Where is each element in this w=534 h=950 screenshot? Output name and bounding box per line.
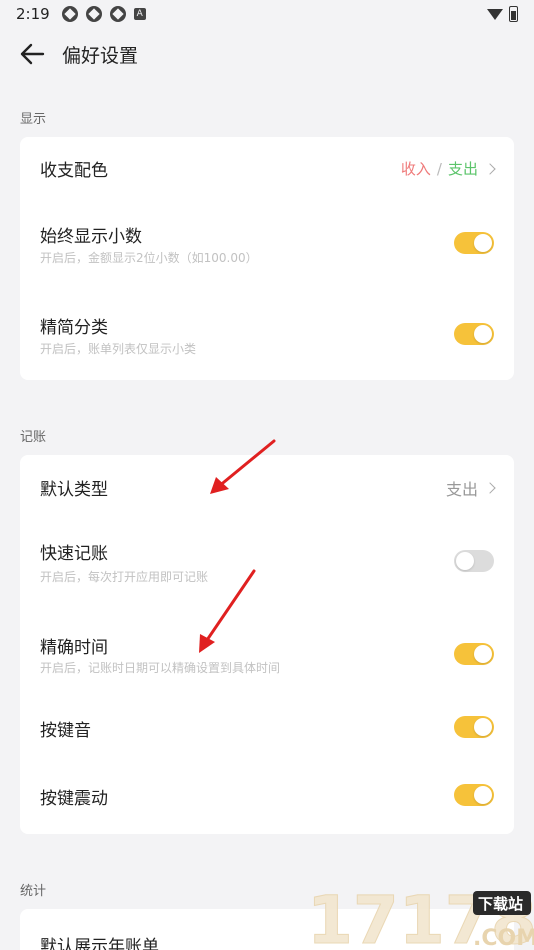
annotation-arrow-icon (199, 569, 256, 653)
toggle-knob (474, 325, 492, 343)
simple-category-toggle[interactable] (454, 323, 494, 345)
section-label-bookkeeping: 记账 (20, 430, 47, 445)
annotation-arrow-icon (210, 439, 276, 494)
site-watermark: 17178 下载站 .COM (305, 882, 534, 950)
notification-app-icon (109, 6, 126, 22)
watermark-logo-icon: 17178 下载站 .COM (307, 882, 534, 950)
precise-time-row: 精确时间 开启后，记账时日期可以精确设置到具体时间 (20, 609, 514, 701)
quick-bookkeeping-description: 开启后，每次打开应用即可记账 (40, 570, 209, 584)
key-vibration-row: 按键震动 (20, 768, 514, 834)
income-color-text: 收入 (400, 160, 431, 178)
svg-text:.COM: .COM (473, 926, 534, 950)
default-type-value-wrap: 支出 (445, 476, 496, 500)
back-arrow-icon (20, 43, 45, 65)
decimals-label: 始终显示小数 (40, 227, 142, 247)
default-type-label: 默认类型 (40, 480, 108, 500)
decimals-toggle[interactable] (454, 232, 494, 254)
notification-app-icon (85, 6, 102, 22)
key-sound-toggle[interactable] (454, 716, 494, 738)
key-sound-label: 按键音 (40, 721, 91, 741)
section-label-stats: 统计 (20, 884, 47, 899)
key-vibration-label: 按键震动 (40, 789, 108, 809)
status-bar: 2:19 A (0, 0, 534, 28)
key-sound-row: 按键音 (20, 701, 514, 768)
battery-icon (509, 6, 518, 22)
color-scheme-label: 收支配色 (40, 161, 108, 181)
simple-category-label: 精简分类 (40, 318, 108, 338)
decimals-row: 始终显示小数 开启后，金额显示2位小数（如100.00） (20, 199, 514, 289)
svg-text:下载站: 下载站 (478, 895, 523, 913)
back-button[interactable] (2, 34, 62, 74)
chevron-right-icon (484, 482, 496, 494)
quick-bookkeeping-label: 快速记账 (40, 544, 108, 564)
color-scheme-row[interactable]: 收支配色 收入 / 支出 (20, 137, 514, 199)
header-bar: 偏好设置 (0, 34, 534, 74)
toggle-knob (456, 552, 474, 570)
simple-category-description: 开启后，账单列表仅显示小类 (40, 342, 197, 356)
precise-time-label: 精确时间 (40, 638, 108, 658)
simple-category-row: 精简分类 开启后，账单列表仅显示小类 (20, 289, 514, 380)
page-title: 偏好设置 (62, 44, 139, 67)
notification-a-icon: A (133, 8, 146, 20)
expense-color-text: 支出 (447, 160, 478, 178)
bookkeeping-settings-card: 默认类型 支出 快速记账 开启后，每次打开应用即可记账 精确时间 开启后，记账时… (20, 455, 514, 834)
separator-slash: / (436, 159, 442, 178)
default-year-label: 默认展示年账单 (40, 937, 159, 950)
notification-app-icon (61, 6, 78, 22)
status-time: 2:19 (16, 5, 50, 23)
key-vibration-toggle[interactable] (454, 784, 494, 806)
precise-time-toggle[interactable] (454, 643, 494, 665)
chevron-right-icon (484, 162, 496, 175)
toggle-knob (474, 234, 492, 252)
toggle-knob (474, 645, 492, 663)
quick-bookkeeping-toggle[interactable] (454, 550, 494, 572)
decimals-description: 开启后，金额显示2位小数（如100.00） (40, 251, 258, 265)
wifi-icon (487, 8, 503, 20)
color-scheme-value: 收入 / 支出 (400, 158, 496, 179)
toggle-knob (474, 718, 492, 736)
toggle-knob (474, 786, 492, 804)
default-type-value: 支出 (445, 480, 478, 499)
display-settings-card: 收支配色 收入 / 支出 始终显示小数 开启后，金额显示2位小数（如100.00… (20, 137, 514, 380)
precise-time-description: 开启后，记账时日期可以精确设置到具体时间 (40, 661, 281, 675)
quick-bookkeeping-row: 快速记账 开启后，每次打开应用即可记账 (20, 517, 514, 609)
section-label-display: 显示 (20, 112, 47, 127)
